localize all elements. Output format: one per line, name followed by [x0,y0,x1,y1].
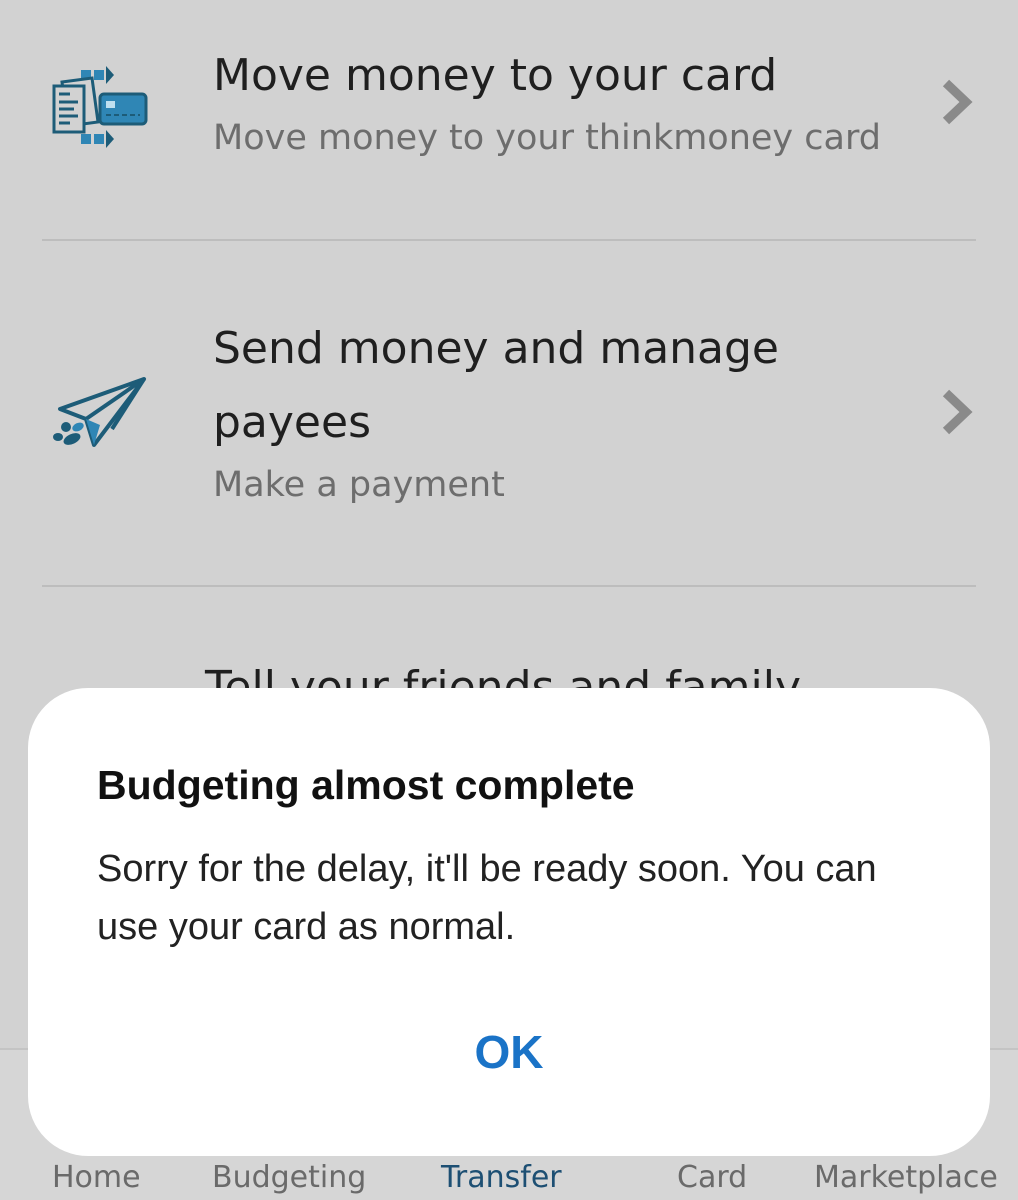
nav-item-marketplace[interactable]: Marketplace [814,1160,998,1195]
nav-item-transfer[interactable]: Transfer [441,1160,562,1195]
ok-button[interactable]: OK [459,1012,559,1092]
menu-item-subtitle: Move money to your thinkmoney card [213,118,881,158]
nav-item-budgeting[interactable]: Budgeting [212,1160,366,1195]
chevron-right-icon [936,387,976,437]
transfer-screen: Move money to your card Move money to yo… [0,0,1018,1200]
alert-dialog: Budgeting almost complete Sorry for the … [28,688,990,1156]
menu-item-title: Send money and manage [213,323,780,374]
menu-item-move-money[interactable]: Move money to your card Move money to yo… [0,0,1018,240]
divider [42,585,976,587]
menu-item-title-continued: payees [213,397,371,448]
paper-plane-icon [48,371,152,461]
nav-item-card[interactable]: Card [677,1160,747,1195]
dialog-message: Sorry for the delay, it'll be ready soon… [97,848,877,948]
menu-item-subtitle: Make a payment [213,465,505,505]
dialog-title: Budgeting almost complete [97,762,635,808]
nav-item-home[interactable]: Home [52,1160,141,1195]
chevron-right-icon [936,77,976,127]
card-transfer-icon [48,62,152,152]
menu-item-title: Move money to your card [213,50,778,101]
menu-item-send-money[interactable]: Send money and manage payees Make a paym… [0,241,1018,586]
